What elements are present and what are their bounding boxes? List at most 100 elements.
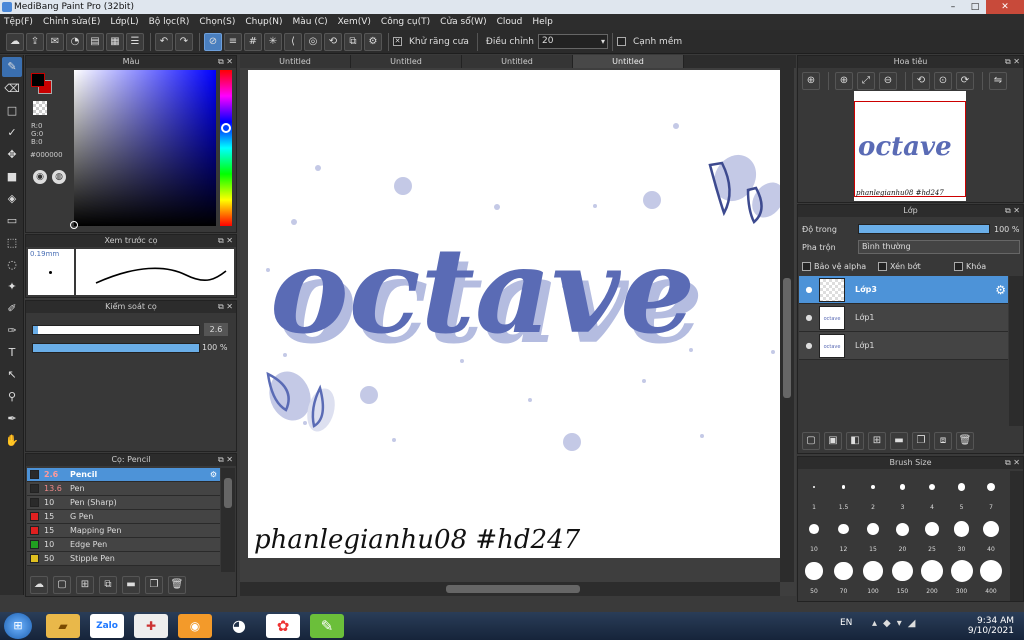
- move-tool-icon[interactable]: ✥: [2, 145, 22, 165]
- zalo-icon[interactable]: Zalo: [90, 614, 124, 638]
- eye-icon[interactable]: ●: [799, 341, 819, 350]
- chrome-icon[interactable]: ◕: [222, 614, 256, 638]
- brush-list-scrollbar[interactable]: [221, 468, 235, 572]
- brush-opacity-slider[interactable]: [32, 343, 200, 353]
- language-indicator[interactable]: EN: [840, 618, 852, 628]
- select-tool-icon[interactable]: ⬚: [2, 233, 22, 253]
- hue-cursor[interactable]: [221, 123, 231, 133]
- eye-icon[interactable]: ●: [799, 313, 819, 322]
- operation-tool-icon[interactable]: ↖: [2, 365, 22, 385]
- text-tool-icon[interactable]: T: [2, 343, 22, 363]
- sv-cursor[interactable]: [70, 221, 78, 229]
- undo-icon[interactable]: ↶: [155, 32, 173, 51]
- brush-item[interactable]: 13.6 Pen: [27, 482, 220, 496]
- rotate-right-icon[interactable]: ⟳: [956, 72, 974, 90]
- brush-item[interactable]: 2.6 Pencil ⚙: [27, 468, 220, 482]
- brush-size-cell[interactable]: 50: [800, 555, 828, 595]
- brush-size-cell[interactable]: 15: [859, 513, 887, 553]
- settings-icon[interactable]: ⚙: [364, 32, 382, 51]
- hue-slider[interactable]: [220, 70, 232, 226]
- copy-brush-icon[interactable]: ⧉: [99, 576, 117, 594]
- brush-size-cell[interactable]: 70: [830, 555, 858, 595]
- menu-cloud[interactable]: Cloud: [497, 17, 523, 27]
- redo-icon[interactable]: ↷: [175, 32, 193, 51]
- start-button[interactable]: ⊞: [4, 613, 32, 639]
- delete-layer-icon[interactable]: 🗑: [956, 432, 974, 450]
- photos-icon[interactable]: ✿: [266, 614, 300, 638]
- antialias-checkbox[interactable]: ✕: [393, 37, 402, 46]
- menu-filter[interactable]: Bộ lọc(R): [149, 17, 190, 27]
- protect-alpha-checkbox[interactable]: [802, 262, 811, 271]
- merge-layer-icon[interactable]: ⧈: [934, 432, 952, 450]
- menu-file[interactable]: Tệp(F): [4, 17, 33, 27]
- pen-tool-icon[interactable]: ✓: [2, 123, 22, 143]
- tab-untitled-4[interactable]: Untitled: [573, 55, 684, 68]
- canvas-vertical-scrollbar[interactable]: [780, 68, 794, 582]
- grid-snap-icon[interactable]: #: [244, 32, 262, 51]
- menu-window[interactable]: Cửa sổ(W): [440, 17, 486, 27]
- new-layer-icon[interactable]: ▢: [802, 432, 820, 450]
- brush-size-cell[interactable]: 1.5: [830, 471, 858, 511]
- eye-icon[interactable]: ●: [799, 285, 819, 294]
- hand-tool-icon[interactable]: ✋: [2, 431, 22, 451]
- brush-item[interactable]: 10 Edge Pen: [27, 538, 220, 552]
- layer-row[interactable]: ● octave Lớp1: [799, 332, 1008, 360]
- saturation-value-picker[interactable]: [74, 70, 216, 226]
- list-icon[interactable]: ☰: [126, 32, 144, 51]
- parallel-snap-icon[interactable]: ≡: [224, 32, 242, 51]
- layer-folder-icon[interactable]: ▬: [890, 432, 908, 450]
- zoom-in-icon[interactable]: ⊕: [802, 72, 820, 90]
- transparent-swatch[interactable]: [33, 101, 47, 115]
- palette-icon[interactable]: ◉: [33, 170, 47, 184]
- layer-opacity-slider[interactable]: [858, 224, 990, 234]
- lock-checkbox[interactable]: [954, 262, 963, 271]
- zoom-in-alt-icon[interactable]: ⊕: [835, 72, 853, 90]
- menu-snap[interactable]: Chụp(N): [245, 17, 282, 27]
- navigator-thumbnail[interactable]: octave phanlegianhu08 #hd247: [854, 91, 966, 201]
- brush-tool-icon[interactable]: ✎: [2, 57, 22, 77]
- file-explorer-icon[interactable]: ▰: [46, 614, 80, 638]
- zoom-out-icon[interactable]: ⊖: [879, 72, 897, 90]
- brush-size-cell[interactable]: 1: [800, 471, 828, 511]
- clock[interactable]: 9:34 AM 9/10/2021: [944, 616, 1014, 636]
- menu-tools[interactable]: Công cụ(T): [381, 17, 430, 27]
- new-halftone-layer-icon[interactable]: ▣: [824, 432, 842, 450]
- magic-wand-icon[interactable]: ✦: [2, 277, 22, 297]
- menu-edit[interactable]: Chỉnh sửa(E): [43, 17, 100, 27]
- lock[interactable]: Khóa: [954, 262, 986, 271]
- gear-icon[interactable]: ⚙: [210, 470, 217, 479]
- comment-icon[interactable]: ✉: [46, 32, 64, 51]
- fit-icon[interactable]: ⤢: [857, 72, 875, 90]
- brush-size-slider[interactable]: [32, 325, 200, 335]
- menu-view[interactable]: Xem(V): [338, 17, 371, 27]
- upload-icon[interactable]: ⇪: [26, 32, 44, 51]
- lasso-tool-icon[interactable]: ◌: [2, 255, 22, 275]
- tab-untitled-2[interactable]: Untitled: [351, 55, 462, 68]
- reset-rotation-icon[interactable]: ⊙: [934, 72, 952, 90]
- soft-edge-checkbox[interactable]: [616, 37, 626, 46]
- select-pen-icon[interactable]: ✐: [2, 299, 22, 319]
- canvas-horizontal-scrollbar[interactable]: [240, 582, 780, 596]
- menu-help[interactable]: Help: [532, 17, 553, 27]
- fill-tool-icon[interactable]: ■: [2, 167, 22, 187]
- brush-size-cell[interactable]: 20: [889, 513, 917, 553]
- transform-snap-icon[interactable]: ⧉: [344, 32, 362, 51]
- brush-item[interactable]: 10 Pen (Sharp): [27, 496, 220, 510]
- add-brush-icon[interactable]: ⊞: [76, 576, 94, 594]
- tab-untitled-1[interactable]: Untitled: [240, 55, 351, 68]
- new-brush-icon[interactable]: ▢: [53, 576, 71, 594]
- eyedropper-icon[interactable]: ⚲: [2, 387, 22, 407]
- brush-item[interactable]: 50 Stipple Pen: [27, 552, 220, 566]
- rotate-left-icon[interactable]: ⟲: [912, 72, 930, 90]
- palette-add-icon[interactable]: ◍: [52, 170, 66, 184]
- clipping[interactable]: Xén bớt: [878, 262, 921, 271]
- correction-select[interactable]: 20: [537, 34, 608, 49]
- medibang-icon[interactable]: ✎: [310, 614, 344, 638]
- document-icon[interactable]: ▤: [86, 32, 104, 51]
- layer-row[interactable]: ● Lớp3 ⚙: [799, 276, 1008, 304]
- add-layer-menu-icon[interactable]: ⊞: [868, 432, 886, 450]
- minimize-button[interactable]: –: [942, 0, 964, 14]
- brush-size-cell[interactable]: 100: [859, 555, 887, 595]
- brush-size-cell[interactable]: 4: [918, 471, 946, 511]
- brush-size-cell[interactable]: 30: [948, 513, 976, 553]
